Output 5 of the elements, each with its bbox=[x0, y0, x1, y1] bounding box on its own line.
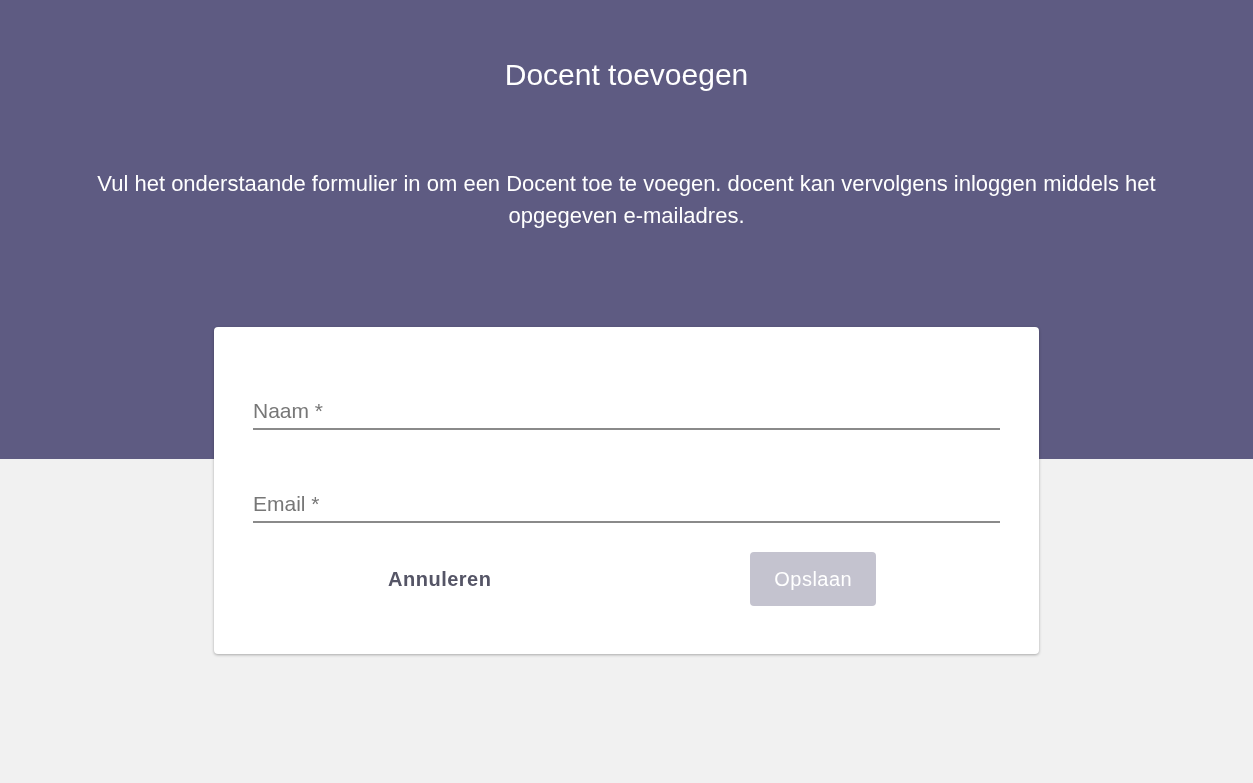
page-title: Docent toevoegen bbox=[504, 57, 749, 93]
text-input-field[interactable]: Naam * bbox=[253, 382, 1000, 430]
page-description: Vul het onderstaande formulier in om een Docent toe te voegen. docent kan vervolgens inloggen middels het opgegeven e-mailadres. bbox=[96, 170, 1157, 230]
text-input-field[interactable]: Email * bbox=[253, 475, 1000, 523]
cancel-button[interactable]: Annuleren bbox=[364, 552, 516, 606]
